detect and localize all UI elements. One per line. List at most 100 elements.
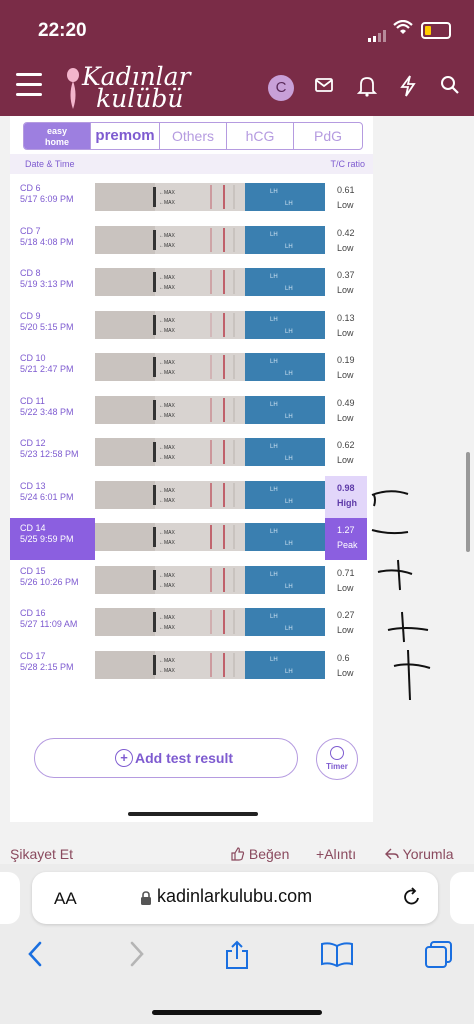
svg-text:←MAX: ←MAX (159, 625, 176, 631)
tc-ratio-value: 0.49 (337, 397, 355, 408)
test-strip-image: ←MAX ←MAX LH LH (95, 268, 325, 296)
reload-icon[interactable] (402, 886, 422, 908)
svg-text:←MAX: ←MAX (159, 445, 176, 451)
tab-easy-home[interactable]: easy home (24, 123, 90, 149)
share-icon[interactable] (224, 940, 250, 970)
quote-link[interactable]: +Alıntı (316, 846, 356, 862)
test-strip-image: ←MAX ←MAX LH LH (95, 480, 325, 509)
cycle-day: CD 11 (20, 395, 45, 406)
reply-icon (385, 848, 399, 860)
reader-aa-button[interactable]: AA (54, 889, 77, 909)
svg-text:←MAX: ←MAX (159, 285, 176, 291)
cycle-day: CD 14 (20, 523, 46, 533)
status-time: 22:20 (38, 20, 87, 41)
result-row[interactable]: CD 9 5/20 5:15 PM ←MAX ←MAX LH LH 0.13 Low (10, 306, 373, 348)
row-date-label: CD 17 5/28 2:15 PM (10, 646, 95, 688)
svg-text:LH: LH (270, 614, 278, 620)
row-date-label: CD 11 5/22 3:48 PM (10, 391, 95, 433)
svg-text:←MAX: ←MAX (159, 540, 176, 546)
avatar[interactable]: C (268, 75, 294, 101)
like-label: Beğen (248, 846, 290, 862)
brand-tabs: easy home premom Others hCG PdG (23, 122, 363, 150)
cycle-day: CD 15 (20, 565, 46, 576)
test-datetime: 5/23 12:58 PM (20, 449, 79, 459)
lh-level: Low (337, 327, 354, 338)
result-row[interactable]: CD 6 5/17 6:09 PM ←MAX ←MAX LH LH 0.61 Low (10, 178, 373, 220)
clock-icon (330, 746, 344, 760)
timer-button[interactable]: Timer (316, 738, 358, 780)
bell-icon[interactable] (357, 75, 377, 97)
result-row[interactable]: CD 14 5/25 9:59 PM ←MAX ←MAX LH LH 1.27 Peak (10, 518, 373, 560)
svg-text:LH: LH (270, 274, 278, 280)
tc-ratio-value: 0.37 (337, 270, 355, 280)
previous-tab-preview[interactable] (0, 872, 20, 924)
back-icon[interactable] (26, 940, 44, 968)
tc-ratio-cell: 0.61 Low (325, 178, 367, 220)
like-link[interactable]: Beğen (231, 846, 289, 862)
svg-text:LH: LH (285, 456, 293, 462)
forward-icon[interactable] (128, 940, 146, 968)
lightning-icon[interactable] (399, 75, 417, 97)
row-date-label: CD 13 5/24 6:01 PM (10, 476, 95, 518)
cycle-day: CD 7 (20, 225, 41, 236)
cycle-day: CD 12 (20, 438, 46, 448)
search-icon[interactable] (440, 75, 460, 95)
tc-ratio-cell: 0.19 Low (325, 348, 367, 390)
tab-others[interactable]: Others (159, 123, 226, 149)
svg-text:LH: LH (285, 286, 293, 292)
result-row[interactable]: CD 12 5/23 12:58 PM ←MAX ←MAX LH LH 0.62 Low (10, 433, 373, 475)
add-test-result-button[interactable]: + Add test result (34, 738, 298, 778)
test-datetime: 5/21 2:47 PM (20, 364, 74, 374)
svg-text:←MAX: ←MAX (159, 488, 176, 494)
svg-text:LH: LH (285, 626, 293, 632)
svg-text:LH: LH (270, 529, 278, 535)
svg-text:LH: LH (270, 444, 278, 450)
next-tab-preview[interactable] (450, 872, 474, 924)
mail-icon[interactable] (314, 75, 334, 95)
svg-text:←MAX: ←MAX (159, 360, 176, 366)
test-strip-image: ←MAX ←MAX LH LH (95, 650, 325, 679)
tc-ratio-cell: 0.49 Low (325, 391, 367, 433)
result-row[interactable]: CD 7 5/18 4:08 PM ←MAX ←MAX LH LH 0.42 Low (10, 221, 373, 263)
result-row[interactable]: CD 16 5/27 11:09 AM ←MAX ←MAX LH LH 0.27 Low (10, 603, 373, 645)
tab-premom[interactable]: premom (90, 123, 159, 149)
test-datetime: 5/26 10:26 PM (20, 576, 79, 587)
svg-text:←MAX: ←MAX (159, 498, 176, 504)
test-strip-image: ←MAX ←MAX LH LH (95, 395, 325, 424)
test-strip-image: ←MAX ←MAX LH LH (95, 523, 325, 551)
tab-pdg[interactable]: PdG (293, 123, 362, 149)
list-header: Date & Time T/C ratio (10, 154, 373, 174)
svg-text:LH: LH (285, 584, 293, 590)
test-strip-image: ←MAX ←MAX LH LH (95, 438, 325, 466)
tabs-icon[interactable] (424, 940, 454, 970)
lh-level: Low (337, 412, 354, 423)
result-row[interactable]: CD 15 5/26 10:26 PM ←MAX ←MAX LH LH 0.71 Low (10, 561, 373, 603)
svg-text:LH: LH (270, 317, 278, 323)
tab-hcg[interactable]: hCG (226, 123, 293, 149)
tc-ratio-value: 0.19 (337, 355, 355, 365)
test-datetime: 5/22 3:48 PM (20, 406, 74, 417)
result-row[interactable]: CD 17 5/28 2:15 PM ←MAX ←MAX LH LH 0.6 Low (10, 646, 373, 688)
result-row[interactable]: CD 8 5/19 3:13 PM ←MAX ←MAX LH LH 0.37 Low (10, 263, 373, 305)
test-strip-image: ←MAX ←MAX LH LH (95, 608, 325, 636)
svg-text:LH: LH (285, 201, 293, 207)
svg-text:←MAX: ←MAX (159, 668, 176, 674)
page-scrollbar[interactable] (466, 452, 470, 552)
menu-icon[interactable] (16, 73, 42, 97)
svg-text:←MAX: ←MAX (159, 243, 176, 249)
test-datetime: 5/27 11:09 AM (20, 619, 78, 629)
cycle-day: CD 16 (20, 608, 46, 618)
bookmarks-icon[interactable] (320, 940, 354, 968)
result-row[interactable]: CD 10 5/21 2:47 PM ←MAX ←MAX LH LH 0.19 Low (10, 348, 373, 390)
comment-label: Yorumla (402, 846, 454, 862)
result-row[interactable]: CD 11 5/22 3:48 PM ←MAX ←MAX LH LH 0.49 Low (10, 391, 373, 433)
address-bar[interactable]: AA kadinlarkulubu.com (32, 872, 438, 924)
url-text: kadinlarkulubu.com (157, 886, 313, 906)
test-datetime: 5/24 6:01 PM (20, 491, 74, 502)
comment-link[interactable]: Yorumla (385, 846, 454, 862)
complaint-link[interactable]: Şikayet Et (10, 846, 73, 862)
test-datetime: 5/19 3:13 PM (20, 279, 74, 289)
svg-text:LH: LH (270, 487, 278, 493)
result-row[interactable]: CD 13 5/24 6:01 PM ←MAX ←MAX LH LH 0.98 High (10, 475, 373, 518)
svg-text:LH: LH (285, 414, 293, 420)
